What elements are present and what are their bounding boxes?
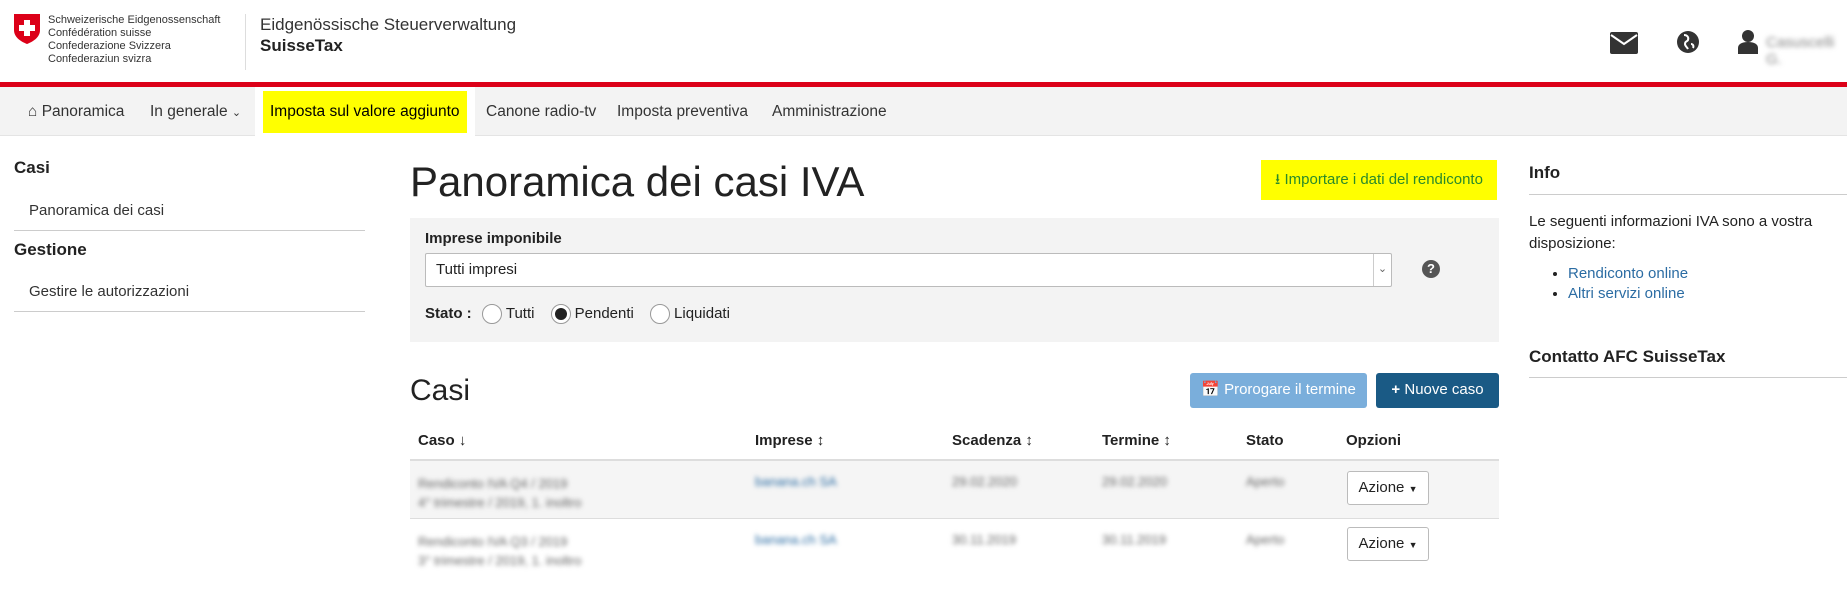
nav-panoramica[interactable]: ⌂ Panoramica xyxy=(20,87,132,136)
contact-heading: Contatto AFC SuisseTax xyxy=(1529,347,1726,366)
nav-imposta-preventiva[interactable]: Imposta preventiva xyxy=(609,87,756,136)
filter-panel: Imprese imponibile Tutti impresi ⌄ ? Sta… xyxy=(410,218,1499,342)
col-opzioni: Opzioni xyxy=(1346,432,1401,449)
swiss-coat-of-arms-icon xyxy=(14,14,40,44)
nav-iva[interactable]: Imposta sul valore aggiunto xyxy=(255,87,475,136)
help-icon[interactable]: ? xyxy=(1422,260,1440,278)
sort-icon: ↕ xyxy=(1025,432,1033,449)
info-links: Rendiconto online Altri servizi online xyxy=(1560,264,1688,304)
plus-icon: + xyxy=(1391,381,1401,398)
nav-label: Panoramica xyxy=(41,103,125,120)
nav-label: Imposta sul valore aggiunto xyxy=(263,91,467,133)
table-row: Rendiconto IVA Q3 / 2019 3° trimestre / 2… xyxy=(410,519,1499,577)
header: Schweizerische Eidgenossenschaft Confédé… xyxy=(0,0,1847,82)
sidebar-heading-gestione: Gestione xyxy=(14,240,87,259)
mail-icon[interactable] xyxy=(1610,32,1638,54)
sort-down-icon: ↓ xyxy=(458,432,467,449)
caret-down-icon: ▼ xyxy=(1408,484,1418,494)
home-icon: ⌂ xyxy=(28,103,38,120)
status: Aperto xyxy=(1246,474,1285,489)
agency-name: Eidgenössische Steuerverwaltung xyxy=(260,15,517,34)
nav-amministrazione[interactable]: Amministrazione xyxy=(764,87,895,136)
federal-logo-text: Schweizerische Eidgenossenschaft Confédé… xyxy=(48,14,220,66)
info-heading: Info xyxy=(1529,163,1561,182)
main-nav: ⌂ Panoramica In generale ⌄ Imposta sul v… xyxy=(0,87,1847,136)
sidebar-heading-casi: Casi xyxy=(14,158,50,177)
chevron-down-icon: ⌄ xyxy=(231,107,242,119)
logo-line: Confédération suisse xyxy=(48,27,152,39)
nav-in-generale[interactable]: In generale ⌄ xyxy=(142,87,249,136)
cases-heading: Casi xyxy=(410,374,471,407)
user-name[interactable]: Casuscelli G. xyxy=(1766,34,1847,68)
sort-icon: ↕ xyxy=(1163,432,1171,449)
col-stato: Stato xyxy=(1246,432,1284,449)
action-dropdown[interactable]: Azione ▼ xyxy=(1347,527,1429,561)
divider xyxy=(1529,377,1847,378)
due-date: 30.11.2019 xyxy=(952,532,1017,547)
divider xyxy=(245,14,246,70)
stato-label: Stato : xyxy=(425,304,472,322)
col-caso[interactable]: Caso ↓ xyxy=(418,432,466,449)
divider xyxy=(14,311,365,312)
calendar-icon: 📅 xyxy=(1201,381,1220,398)
col-termine[interactable]: Termine ↕ xyxy=(1102,432,1171,449)
user-icon[interactable] xyxy=(1738,30,1758,54)
logo-line: Schweizerische Eidgenossenschaft xyxy=(48,14,221,26)
chevron-down-icon: ⌄ xyxy=(1373,254,1391,286)
nav-label: In generale xyxy=(150,103,228,120)
action-dropdown[interactable]: Azione ▼ xyxy=(1347,471,1429,505)
company-link[interactable]: banana.ch SA xyxy=(755,474,837,489)
filter-label: Imprese imponibile xyxy=(425,230,562,247)
sidebar-item-autorizzazioni[interactable]: Gestire le autorizzazioni xyxy=(29,283,189,300)
app-name: SuisseTax xyxy=(260,36,343,55)
radio-tutti[interactable]: Tutti xyxy=(481,304,534,324)
info-text: Le seguenti informazioni IVA sono a vost… xyxy=(1529,213,1813,252)
case-name: Rendiconto IVA Q4 / 2019 4° trimestre / 2… xyxy=(418,476,582,510)
button-label: Nuove caso xyxy=(1404,381,1484,398)
col-scadenza[interactable]: Scadenza ↕ xyxy=(952,432,1033,449)
link-rendiconto-online[interactable]: Rendiconto online xyxy=(1568,265,1688,282)
select-value: Tutti impresi xyxy=(436,261,518,278)
stato-filter: Stato : Tutti Pendenti Liquidati xyxy=(425,304,730,324)
deadline: 30.11.2019 xyxy=(1102,532,1167,547)
col-imprese[interactable]: Imprese ↕ xyxy=(755,432,824,449)
company-select[interactable]: Tutti impresi ⌄ xyxy=(425,253,1392,287)
logo-line: Confederaziun svizra xyxy=(48,53,152,65)
sort-icon: ↕ xyxy=(816,432,825,449)
import-label: Importare i dati del rendiconto xyxy=(1284,171,1483,188)
due-date: 29.02.2020 xyxy=(952,474,1018,489)
logo-line: Confederazione Svizzera xyxy=(48,40,171,52)
divider xyxy=(14,230,365,231)
company-link[interactable]: banana.ch SA xyxy=(755,532,837,547)
button-label: Prorogare il termine xyxy=(1224,381,1356,398)
divider xyxy=(1529,194,1847,195)
new-case-button[interactable]: + Nuove caso xyxy=(1376,373,1499,408)
radio-liquidati[interactable]: Liquidati xyxy=(650,304,730,324)
status: Aperto xyxy=(1246,532,1285,547)
extend-deadline-button[interactable]: 📅 Prorogare il termine xyxy=(1190,373,1367,408)
sidebar-item-panoramica-casi[interactable]: Panoramica dei casi xyxy=(29,202,164,219)
upload-icon: ⭳ xyxy=(1275,171,1281,188)
import-data-button[interactable]: ⭳ Importare i dati del rendiconto xyxy=(1261,160,1497,200)
radio-pendenti[interactable]: Pendenti xyxy=(550,304,634,324)
nav-canone[interactable]: Canone radio-tv xyxy=(478,87,604,136)
page-title: Panoramica dei casi IVA xyxy=(410,158,865,205)
globe-icon[interactable] xyxy=(1676,30,1700,54)
deadline: 29.02.2020 xyxy=(1102,474,1168,489)
caret-down-icon: ▼ xyxy=(1408,540,1418,550)
table-row: Rendiconto IVA Q4 / 2019 4° trimestre / 2… xyxy=(410,461,1499,519)
link-altri-servizi[interactable]: Altri servizi online xyxy=(1568,285,1685,302)
case-name: Rendiconto IVA Q3 / 2019 3° trimestre / 2… xyxy=(418,534,582,568)
